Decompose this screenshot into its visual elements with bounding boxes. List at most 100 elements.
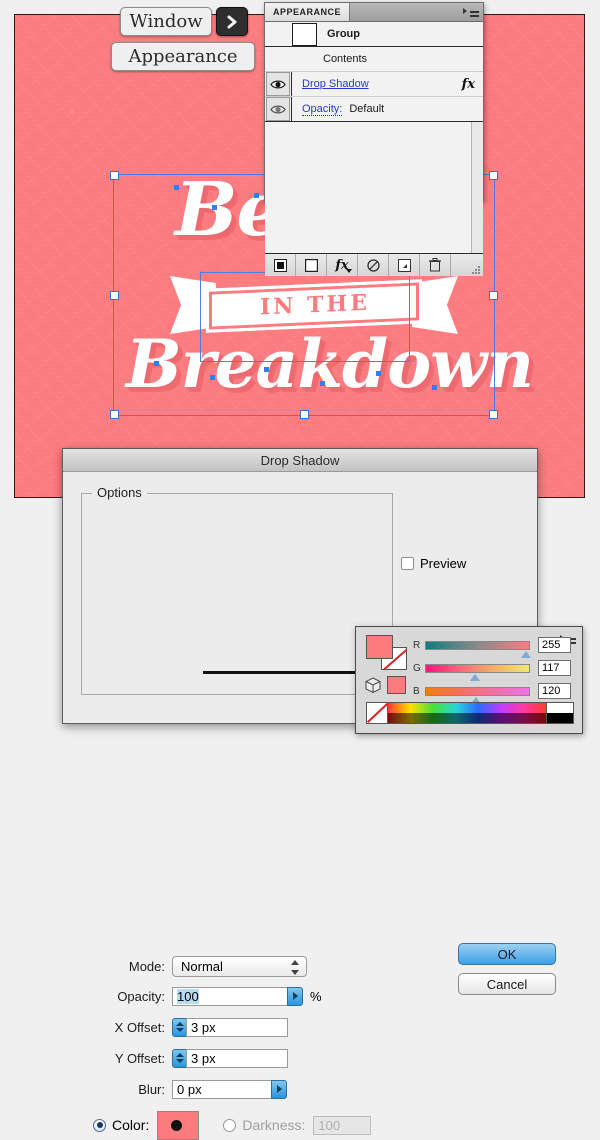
appearance-panel-scrollbar[interactable] — [471, 122, 483, 253]
path-anchor-point[interactable] — [210, 375, 215, 380]
resize-grip-icon[interactable] — [451, 253, 483, 277]
channel-slider-thumb-r[interactable] — [521, 650, 531, 658]
path-anchor-point[interactable] — [154, 361, 159, 366]
appearance-row-label[interactable]: Drop Shadow — [302, 78, 369, 90]
white-black-swatches[interactable] — [546, 703, 573, 723]
appearance-panel-list-empty-area[interactable] — [265, 122, 483, 254]
appearance-menu-button[interactable]: Appearance — [111, 42, 255, 71]
x-offset-value: 3 px — [191, 1019, 216, 1035]
appearance-row-drop-shadow[interactable]: Drop Shadow fx — [265, 72, 483, 97]
color-panel[interactable]: R 255 G 117 B 120 — [355, 626, 583, 734]
row-divider — [291, 72, 292, 96]
add-new-effect-icon[interactable]: fx — [327, 254, 358, 276]
channel-value-g[interactable]: 117 — [538, 660, 571, 676]
panel-menu-icon[interactable] — [463, 6, 479, 18]
appearance-panel-tabbar[interactable]: APPEARANCE — [265, 3, 483, 22]
chevron-updown-icon[interactable] — [291, 959, 299, 975]
path-anchor-point[interactable] — [320, 381, 325, 386]
color-channel-row-g[interactable]: G 117 — [413, 660, 571, 681]
channel-slider-g[interactable] — [425, 663, 530, 681]
current-color-swatch[interactable] — [387, 676, 406, 694]
mode-label: Mode: — [128, 958, 165, 974]
darkness-value: 100 — [318, 1117, 341, 1133]
selection-handle[interactable] — [300, 410, 309, 419]
darkness-radio[interactable] — [223, 1118, 237, 1132]
blend-mode-value: Normal — [181, 958, 223, 974]
add-new-fill-icon[interactable] — [265, 254, 296, 276]
color-drag-connector — [203, 671, 370, 674]
selection-handle[interactable] — [489, 291, 498, 300]
y-offset-stepper[interactable] — [172, 1048, 187, 1068]
selection-handle[interactable] — [110, 410, 119, 419]
visibility-eye-icon[interactable] — [266, 97, 290, 121]
channel-slider-r[interactable] — [425, 640, 531, 658]
spectrum-gradient[interactable] — [388, 703, 546, 723]
appearance-row-label: Group — [327, 28, 360, 40]
path-anchor-point[interactable] — [432, 385, 437, 390]
selection-handle[interactable] — [110, 291, 119, 300]
white-swatch[interactable] — [547, 703, 573, 713]
channel-value-b[interactable]: 120 — [538, 683, 571, 699]
fx-icon[interactable]: fx — [462, 77, 475, 92]
blur-input[interactable]: 0 px — [172, 1079, 272, 1099]
delete-item-icon[interactable] — [420, 254, 451, 276]
color-spectrum-bar[interactable] — [366, 702, 574, 724]
color-radio[interactable] — [93, 1118, 106, 1132]
preview-label: Preview — [420, 556, 467, 571]
color-channel-row-b[interactable]: B 120 — [413, 683, 571, 704]
path-anchor-point[interactable] — [254, 193, 259, 198]
selection-handle[interactable] — [110, 171, 119, 180]
appearance-row-group[interactable]: Group — [265, 22, 483, 47]
blur-stepper-button[interactable] — [271, 1079, 287, 1099]
appearance-row-value[interactable]: Default — [349, 103, 384, 115]
x-offset-input[interactable]: 3 px — [186, 1017, 288, 1037]
path-anchor-point[interactable] — [212, 205, 217, 210]
blend-mode-select[interactable]: Normal — [172, 955, 307, 977]
channel-slider-thumb-g[interactable] — [470, 673, 480, 681]
none-color-swatch[interactable] — [366, 703, 389, 723]
color-label: Color: — [112, 1117, 150, 1133]
row-divider — [291, 97, 292, 121]
preview-checkbox-row[interactable]: Preview — [401, 556, 466, 571]
clear-appearance-icon[interactable] — [358, 254, 389, 276]
window-menu-button[interactable]: Window — [120, 7, 212, 36]
group-fill-swatch[interactable] — [292, 22, 317, 46]
x-offset-stepper[interactable] — [172, 1017, 187, 1037]
selection-handle[interactable] — [489, 410, 498, 419]
drag-origin-dot — [171, 1119, 183, 1131]
opacity-input[interactable]: 100 — [172, 986, 288, 1006]
channel-label-r: R — [413, 639, 421, 651]
fill-stroke-control[interactable] — [366, 635, 408, 673]
cube-icon[interactable] — [364, 677, 382, 694]
y-offset-input[interactable]: 3 px — [186, 1048, 288, 1068]
appearance-row-contents[interactable]: Contents — [265, 47, 483, 72]
preview-checkbox[interactable] — [401, 557, 414, 570]
tab-appearance[interactable]: APPEARANCE — [265, 3, 351, 21]
eye-slot-empty — [266, 47, 290, 71]
add-new-stroke-icon[interactable] — [296, 254, 327, 276]
color-channel-row-r[interactable]: R 255 — [413, 637, 571, 658]
appearance-row-label[interactable]: Opacity: — [302, 103, 343, 116]
selection-bounding-box-inner[interactable] — [200, 272, 410, 362]
shadow-color-swatch[interactable] — [157, 1110, 200, 1140]
duplicate-item-icon[interactable] — [389, 254, 420, 276]
chevron-right-icon[interactable] — [216, 7, 248, 36]
cancel-button[interactable]: Cancel — [458, 973, 556, 995]
channel-value-r[interactable]: 255 — [538, 637, 571, 653]
visibility-eye-icon[interactable] — [266, 72, 290, 96]
path-anchor-point[interactable] — [174, 185, 179, 190]
blur-label: Blur: — [138, 1081, 165, 1097]
black-swatch[interactable] — [547, 713, 573, 723]
path-anchor-point[interactable] — [264, 367, 269, 372]
ok-button[interactable]: OK — [458, 943, 556, 965]
path-anchor-point[interactable] — [376, 371, 381, 376]
fill-swatch[interactable] — [366, 635, 393, 659]
selection-handle[interactable] — [489, 171, 498, 180]
channel-label-b: B — [413, 685, 420, 697]
options-group-legend: Options — [92, 485, 147, 500]
appearance-panel[interactable]: APPEARANCE Group Contents Drop Shadow fx — [264, 2, 484, 276]
channel-slider-b[interactable] — [425, 686, 530, 704]
appearance-row-opacity[interactable]: Opacity: Default — [265, 97, 483, 122]
opacity-stepper-button[interactable] — [287, 986, 303, 1006]
appearance-panel-footer[interactable]: fx — [265, 254, 483, 276]
